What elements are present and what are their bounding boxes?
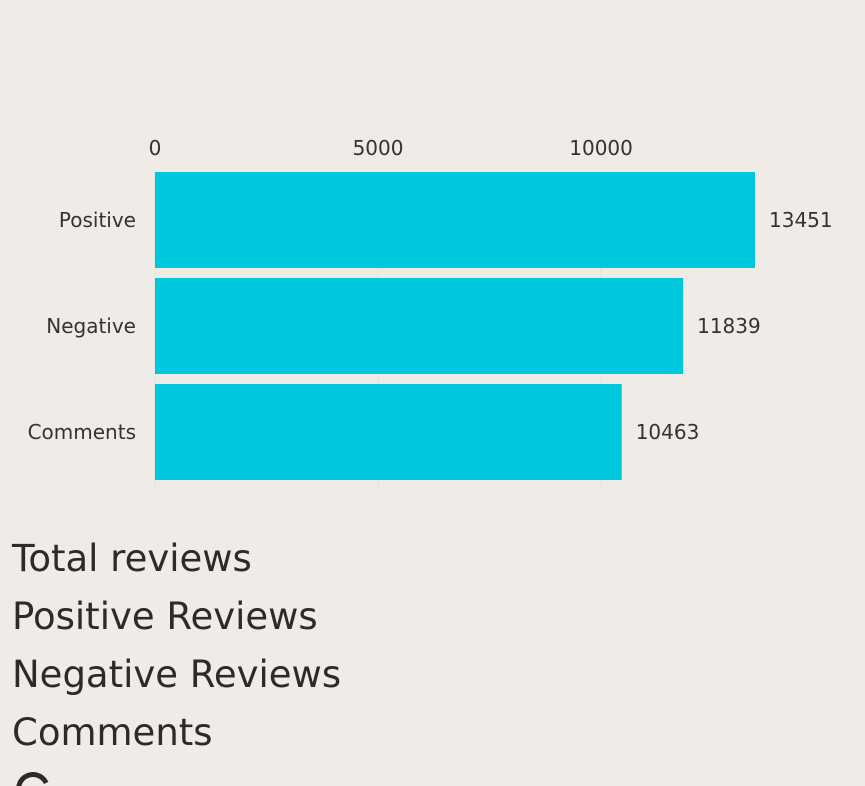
- x-tick-label: 5000: [353, 136, 404, 160]
- summary-comments: Comments: [12, 711, 213, 754]
- x-tick-label: 10000: [569, 136, 633, 160]
- summary-negative-reviews: Negative Reviews: [12, 653, 342, 696]
- bar: [155, 278, 684, 374]
- x-tick-label: 0: [149, 136, 162, 160]
- x-axis-ticks: 0 5000 10000: [149, 136, 633, 160]
- partial-icon: [16, 772, 56, 786]
- bar-chart: 0 5000 10000 Positive Negative Comments 1345…: [28, 136, 833, 490]
- category-label: Positive: [59, 208, 136, 232]
- summary-total-reviews: Total reviews: [12, 537, 252, 580]
- data-label: 10463: [636, 420, 700, 444]
- bar: [155, 172, 755, 268]
- data-label: 11839: [697, 314, 761, 338]
- category-label: Negative: [46, 314, 136, 338]
- summary-positive-reviews: Positive Reviews: [12, 595, 318, 638]
- y-axis-categories: Positive Negative Comments: [28, 208, 136, 444]
- data-label: 13451: [769, 208, 833, 232]
- category-label: Comments: [28, 420, 136, 444]
- bar: [155, 384, 622, 480]
- summary-list: Total reviews Positive Reviews Negative …: [12, 530, 341, 762]
